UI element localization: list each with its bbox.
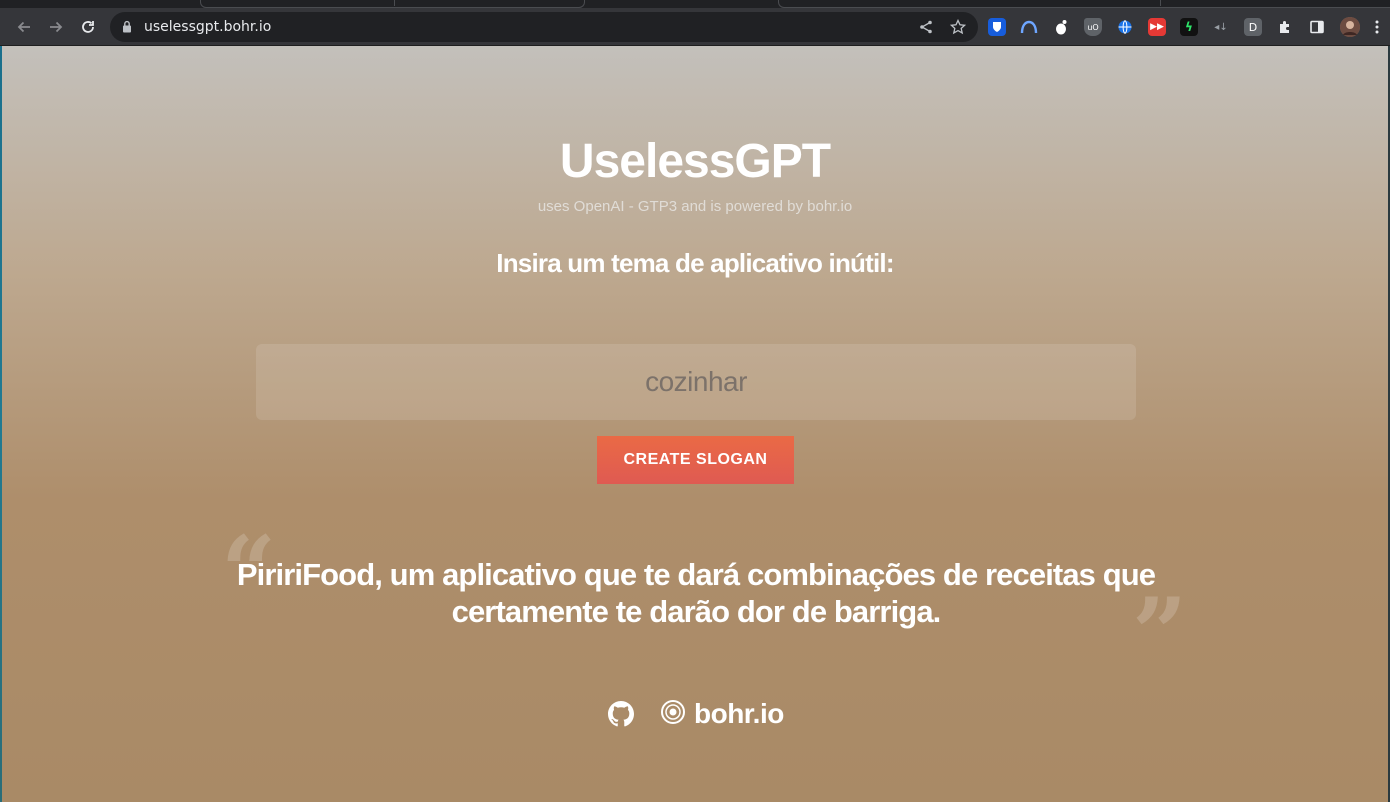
bohr-label: bohr.io [694, 698, 784, 729]
fast-forward-extension-icon[interactable]: ▶▶ [1148, 18, 1166, 36]
puzzle-extensions-icon[interactable] [1276, 18, 1294, 36]
side-panel-icon[interactable] [1308, 18, 1326, 36]
theme-prompt-label: Insira um tema de aplicativo inútil: [496, 248, 894, 278]
bitwarden-extension-icon[interactable] [988, 18, 1006, 36]
create-slogan-button[interactable]: CREATE SLOGAN [597, 436, 794, 484]
tab-previous[interactable] [200, 0, 585, 8]
github-icon[interactable] [608, 701, 634, 727]
reload-button[interactable] [77, 16, 99, 38]
back-button[interactable] [13, 16, 35, 38]
audio-extension-icon[interactable]: ◂↓ [1212, 18, 1230, 36]
bohr-logo-icon [660, 699, 686, 730]
page-subtitle: uses OpenAI - GTP3 and is powered by boh… [537, 198, 853, 215]
tab-separator [394, 0, 395, 6]
share-icon[interactable] [918, 19, 934, 35]
forward-button[interactable] [45, 16, 67, 38]
arc-extension-icon[interactable] [1020, 18, 1038, 36]
page-title: UselessGPT [559, 135, 831, 188]
ublock-extension-icon[interactable]: uO [1084, 18, 1102, 36]
address-bar[interactable]: uselessgpt.bohr.io [110, 12, 978, 42]
arrow-right-icon [50, 21, 63, 33]
theme-input[interactable] [256, 344, 1136, 420]
bookmark-star-icon[interactable] [950, 19, 966, 35]
browser-toolbar: uselessgpt.bohr.io uO ▶▶ ϟ ◂↓ D [0, 8, 1390, 46]
arrow-left-icon [17, 21, 30, 33]
close-quote-icon: ” [1132, 577, 1188, 690]
generated-slogan: PiririFood, um aplicativo que te dará co… [236, 557, 1156, 629]
lock-icon [122, 20, 132, 38]
kebab-menu-icon[interactable] [1372, 18, 1382, 36]
tab-next[interactable] [778, 0, 1390, 8]
gnome-extension-icon[interactable] [1052, 18, 1070, 36]
globe-extension-icon[interactable] [1116, 18, 1134, 36]
reload-icon [82, 21, 94, 33]
page-content: UselessGPT uses OpenAI - GTP3 and is pow… [2, 46, 1388, 802]
tab-separator [1160, 0, 1161, 6]
url-text: uselessgpt.bohr.io [144, 19, 272, 35]
profile-avatar[interactable] [1340, 17, 1360, 37]
d-extension-icon[interactable]: D [1244, 18, 1262, 36]
bohr-link[interactable]: bohr.io [660, 698, 784, 730]
lightning-extension-icon[interactable]: ϟ [1180, 18, 1198, 36]
